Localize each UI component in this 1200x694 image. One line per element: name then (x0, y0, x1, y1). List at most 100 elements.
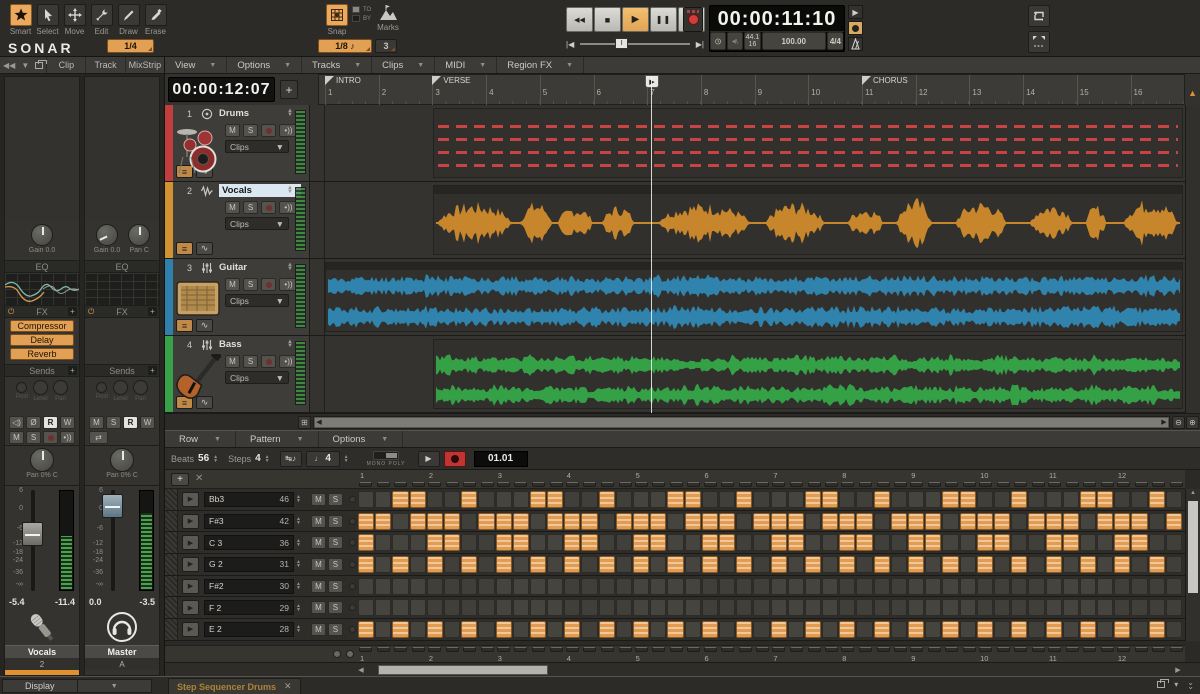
step-cell[interactable] (925, 599, 942, 617)
solo-button[interactable]: S (26, 431, 41, 444)
step-cell[interactable] (495, 512, 512, 530)
track-name[interactable]: Guitar (219, 262, 247, 273)
step-tab[interactable] (910, 647, 924, 652)
send-knob-dial[interactable] (113, 380, 128, 395)
step-cell[interactable] (993, 512, 1011, 530)
menu-options[interactable]: Options ▼ (227, 57, 303, 73)
step-cell[interactable] (1131, 512, 1148, 530)
tool-edit-button[interactable] (90, 4, 113, 26)
step-cell[interactable] (993, 599, 1011, 617)
sequencer-play-button[interactable]: ▶ (417, 450, 440, 467)
tool-draw-button[interactable] (117, 4, 140, 26)
step-cell[interactable] (959, 512, 976, 530)
step-cell[interactable] (701, 491, 718, 508)
step-cell[interactable] (633, 491, 650, 508)
step-cell[interactable] (1131, 577, 1148, 595)
step-cell[interactable] (753, 621, 770, 639)
step-cell[interactable] (684, 512, 701, 530)
loop-button[interactable] (1028, 5, 1050, 27)
step-cell[interactable] (1045, 599, 1062, 617)
clips-dropdown[interactable]: Clips ▼ (225, 217, 289, 230)
step-cell[interactable] (1131, 534, 1148, 552)
mini-record-button[interactable] (848, 21, 863, 35)
step-tab[interactable] (496, 647, 510, 652)
row-name-field[interactable]: C 3 36 (204, 535, 294, 551)
step-cell[interactable] (1028, 599, 1045, 617)
step-cell[interactable] (1011, 599, 1028, 617)
step-tab[interactable] (634, 482, 648, 487)
step-cell[interactable] (529, 599, 547, 617)
step-cell[interactable] (925, 556, 942, 574)
midi-clip-drums[interactable] (433, 108, 1183, 178)
step-cell[interactable] (426, 491, 443, 508)
row-dot-icon[interactable] (348, 625, 356, 633)
step-cell[interactable] (839, 621, 856, 639)
step-cell[interactable] (375, 512, 392, 530)
fx-power-icon[interactable]: ⏻ (8, 307, 14, 317)
step-cell[interactable] (925, 491, 942, 508)
monitor-speaker-button[interactable]: ◁) (9, 416, 24, 429)
step-cell[interactable] (873, 534, 890, 552)
step-cell[interactable] (701, 556, 718, 574)
marker-intro[interactable]: INTRO (325, 76, 361, 85)
step-cell[interactable] (1028, 491, 1045, 508)
step-cell[interactable] (409, 621, 426, 639)
step-cell[interactable] (976, 556, 993, 574)
step-cell[interactable] (443, 577, 461, 595)
step-cell[interactable] (804, 599, 822, 617)
step-cell[interactable] (1028, 534, 1045, 552)
step-cell[interactable] (512, 512, 529, 530)
step-cell[interactable] (822, 491, 839, 508)
track-arm-button[interactable] (261, 124, 276, 137)
menu-midi[interactable]: MIDI ▼ (435, 57, 498, 73)
row-velocity-spinner[interactable]: ▲ ▼ (296, 517, 301, 526)
inspector-dock-icon[interactable] (32, 57, 48, 73)
step-tab[interactable] (411, 482, 425, 487)
step-cell[interactable] (839, 534, 856, 552)
step-cell[interactable] (1079, 556, 1097, 574)
snap-to-by-toggle[interactable]: TO BY (352, 6, 371, 22)
inspector-menu-icon[interactable]: ▼ (18, 57, 32, 73)
sequencer-scroll-up-icon[interactable]: ▲ (1190, 490, 1196, 496)
step-cell[interactable] (650, 599, 667, 617)
step-tab[interactable] (652, 482, 666, 487)
clip-area-guitar[interactable] (325, 259, 1200, 335)
row-solo-button[interactable]: S (327, 536, 343, 550)
row-preview-button[interactable]: ▶ (182, 535, 199, 551)
step-cell[interactable] (890, 599, 907, 617)
step-cell[interactable] (942, 599, 959, 617)
step-cell[interactable] (495, 534, 512, 552)
send-level-knob[interactable]: Level (113, 380, 128, 415)
track-header-vocals[interactable]: 2 Vocals ▲ ▼ M S •)) Clips ▼ ≡ ∿ (173, 182, 310, 258)
step-cell[interactable] (615, 491, 632, 508)
step-cell[interactable] (1097, 491, 1114, 508)
send-post-knob[interactable]: Post (96, 380, 108, 415)
step-cell[interactable] (461, 577, 478, 595)
row-name-field[interactable]: Bb3 46 (204, 491, 294, 507)
mute-speaker-icon[interactable] (727, 32, 744, 50)
step-cell[interactable] (409, 534, 426, 552)
eq-section-header[interactable]: EQ (5, 260, 79, 273)
play-button[interactable]: ▶ (622, 7, 649, 32)
step-cell[interactable] (822, 512, 839, 530)
step-cell[interactable] (718, 491, 736, 508)
step-cell[interactable] (839, 599, 856, 617)
step-cell[interactable] (1079, 577, 1097, 595)
sequencer-hscroll-thumb[interactable] (378, 665, 548, 675)
step-cell[interactable] (787, 512, 804, 530)
step-cell[interactable] (804, 621, 822, 639)
row-dot-icon[interactable] (348, 604, 356, 612)
gain-knob-dial[interactable] (96, 224, 118, 246)
step-cell[interactable] (564, 577, 581, 595)
step-tab[interactable] (1083, 647, 1097, 652)
pan-knob-large[interactable]: Pan 0% C (85, 445, 159, 485)
row-velocity-spinner[interactable]: ▲ ▼ (296, 560, 301, 569)
step-cell[interactable] (959, 577, 976, 595)
step-cell[interactable] (495, 621, 512, 639)
step-cell[interactable] (443, 512, 461, 530)
step-cell[interactable] (375, 556, 392, 574)
step-cell[interactable] (529, 556, 547, 574)
row-preview-button[interactable]: ▶ (182, 621, 199, 637)
step-tab[interactable] (772, 647, 786, 652)
track-name[interactable]: Drums (219, 108, 249, 119)
